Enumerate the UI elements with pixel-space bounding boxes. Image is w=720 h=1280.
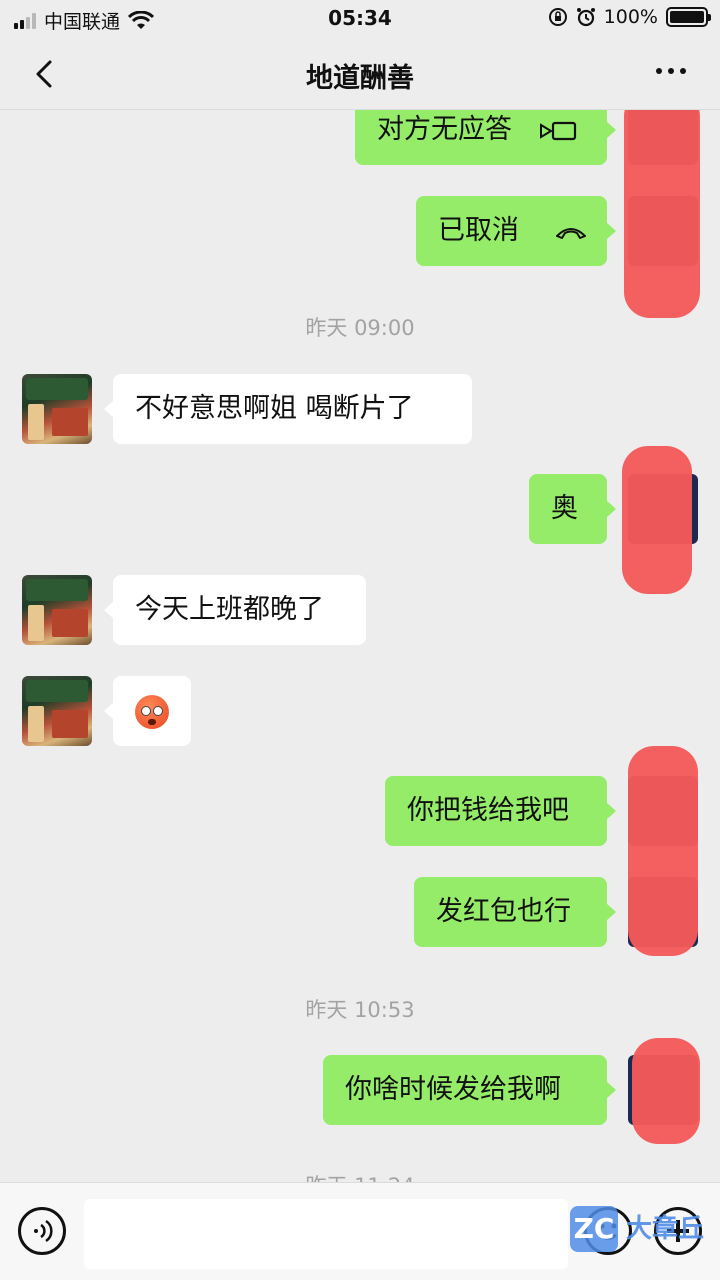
status-right: 100% (548, 6, 711, 28)
incoming-message[interactable]: 不好意思啊姐 喝断片了 (104, 374, 472, 444)
call-record-bubble[interactable]: 已取消 (416, 196, 616, 266)
incoming-emoji-message[interactable] (104, 676, 191, 746)
message-text: 发红包也行 (436, 896, 571, 927)
outgoing-message[interactable]: 你把钱给我吧 (385, 776, 616, 846)
outgoing-message[interactable]: 你啥时候发给我啊 (323, 1055, 616, 1125)
battery-icon (666, 7, 711, 27)
voice-wave-icon (34, 1219, 53, 1243)
message-timestamp: 昨天 10:53 (305, 998, 415, 1022)
message-text: 奥 (551, 493, 578, 524)
alarm-icon (576, 8, 595, 27)
redaction-mark (624, 110, 700, 318)
orientation-lock-icon (548, 8, 567, 26)
message-timestamp: 昨天 09:00 (305, 316, 415, 340)
battery-percent: 100% (603, 6, 658, 28)
message-text: 你啥时候发给我啊 (345, 1074, 561, 1105)
call-status-text: 对方无应答 (377, 114, 512, 145)
message-text: 今天上班都晚了 (135, 594, 324, 625)
message-list[interactable]: 对方无应答 已取消 昨天 09:00 不好意思啊姐 喝断片了 奥 今天上班都晚了… (0, 110, 720, 1182)
chat-title: 地道酬善 (306, 63, 414, 94)
message-text: 你把钱给我吧 (407, 795, 569, 826)
more-actions-plus-button[interactable] (654, 1207, 702, 1255)
more-options-icon[interactable] (656, 68, 686, 74)
incoming-message[interactable]: 今天上班都晚了 (104, 575, 366, 645)
input-bar (0, 1182, 720, 1280)
message-timestamp: 昨天 11:24 (0, 1170, 720, 1182)
contact-avatar[interactable] (22, 676, 92, 746)
contact-avatar[interactable] (22, 575, 92, 645)
chat-header: 地道酬善 (0, 38, 720, 110)
outgoing-message[interactable]: 奥 (529, 474, 616, 544)
call-record-bubble[interactable]: 对方无应答 (355, 110, 616, 165)
emoji-button[interactable] (584, 1207, 632, 1255)
status-bar: 中国联通 05:34 100% (0, 0, 720, 38)
message-text: 不好意思啊姐 喝断片了 (135, 393, 414, 424)
voice-input-button[interactable] (18, 1207, 66, 1255)
redaction-mark (622, 446, 692, 594)
smiley-icon (599, 1223, 617, 1240)
flushed-face-emoji-icon (135, 694, 169, 729)
video-call-icon (539, 121, 576, 140)
redaction-mark (628, 746, 698, 956)
contact-avatar[interactable] (22, 374, 92, 444)
redaction-mark (632, 1038, 700, 1144)
call-status-text: 已取消 (438, 215, 519, 246)
outgoing-message[interactable]: 发红包也行 (414, 877, 616, 947)
message-input[interactable] (84, 1199, 568, 1269)
hang-up-icon (555, 227, 586, 239)
